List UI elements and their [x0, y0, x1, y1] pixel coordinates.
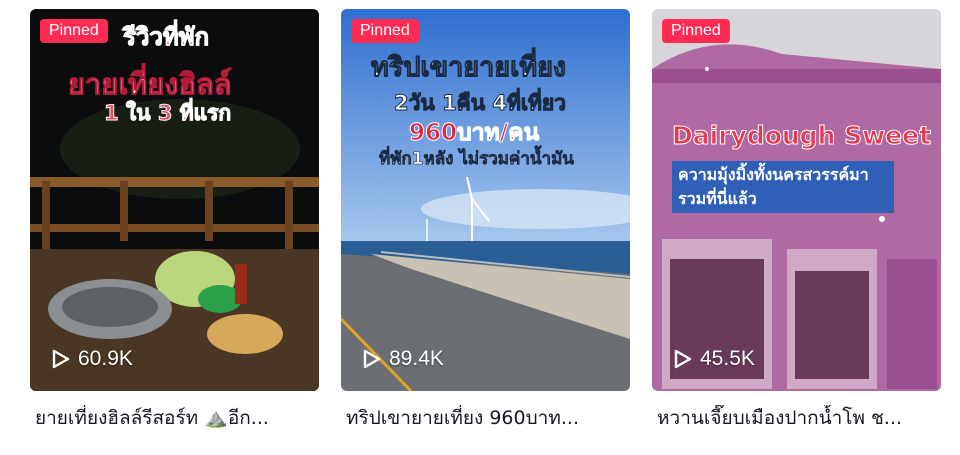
overlay-title: รีวิวที่พัก	[122, 23, 210, 52]
view-count: 60.9K	[52, 345, 133, 373]
pinned-badge: Pinned	[351, 19, 419, 43]
view-count-value: 89.4K	[389, 347, 444, 370]
video-grid: รีวิวที่พัก ยายเที่ยงฮิลล์ 1 ใน 3 ที่แรก…	[0, 0, 960, 455]
overlay-title: Dairydough Sweet	[671, 121, 932, 151]
play-icon	[363, 349, 381, 369]
video-card[interactable]: Dairydough Sweet ความมุ้งมิ้งทั้งนครสวรร…	[652, 9, 941, 431]
video-caption[interactable]: ทริปเขายายเที่ยง 960บาท...	[341, 405, 630, 431]
view-count: 45.5K	[674, 345, 755, 373]
video-thumbnail[interactable]: ทริปเขายายเที่ยง 2วัน 1คืน 4ที่เที่ยว 96…	[341, 9, 630, 391]
video-caption[interactable]: หวานเจี๊ยบเมืองปากน้ำโพ ช...	[652, 405, 941, 431]
video-thumbnail[interactable]: Dairydough Sweet ความมุ้งมิ้งทั้งนครสวรร…	[652, 9, 941, 391]
view-count-value: 45.5K	[700, 347, 755, 370]
play-icon	[674, 349, 692, 369]
play-icon	[52, 349, 70, 369]
pinned-badge: Pinned	[40, 19, 108, 43]
video-card[interactable]: ทริปเขายายเที่ยง 2วัน 1คืน 4ที่เที่ยว 96…	[341, 9, 630, 431]
view-count: 89.4K	[363, 345, 444, 373]
pinned-badge: Pinned	[662, 19, 730, 43]
overlay-tagline: 1 ใน 3 ที่แรก	[103, 101, 232, 126]
view-count-value: 60.9K	[78, 347, 133, 370]
overlay-subtitle: ความมุ้งมิ้งทั้งนครสวรรค์มารวมที่นี่แล้ว	[672, 161, 894, 213]
overlay-note: ที่พัก1หลัง ไม่รวมค่าน้ำมัน	[379, 149, 575, 170]
video-caption[interactable]: ยายเที่ยงฮิลล์รีสอร์ท ⛰️อีก...	[30, 405, 319, 431]
overlay-title: ทริปเขายายเที่ยง	[370, 52, 567, 84]
video-thumbnail[interactable]: รีวิวที่พัก ยายเที่ยงฮิลล์ 1 ใน 3 ที่แรก…	[30, 9, 319, 391]
video-card[interactable]: รีวิวที่พัก ยายเที่ยงฮิลล์ 1 ใน 3 ที่แรก…	[30, 9, 319, 431]
